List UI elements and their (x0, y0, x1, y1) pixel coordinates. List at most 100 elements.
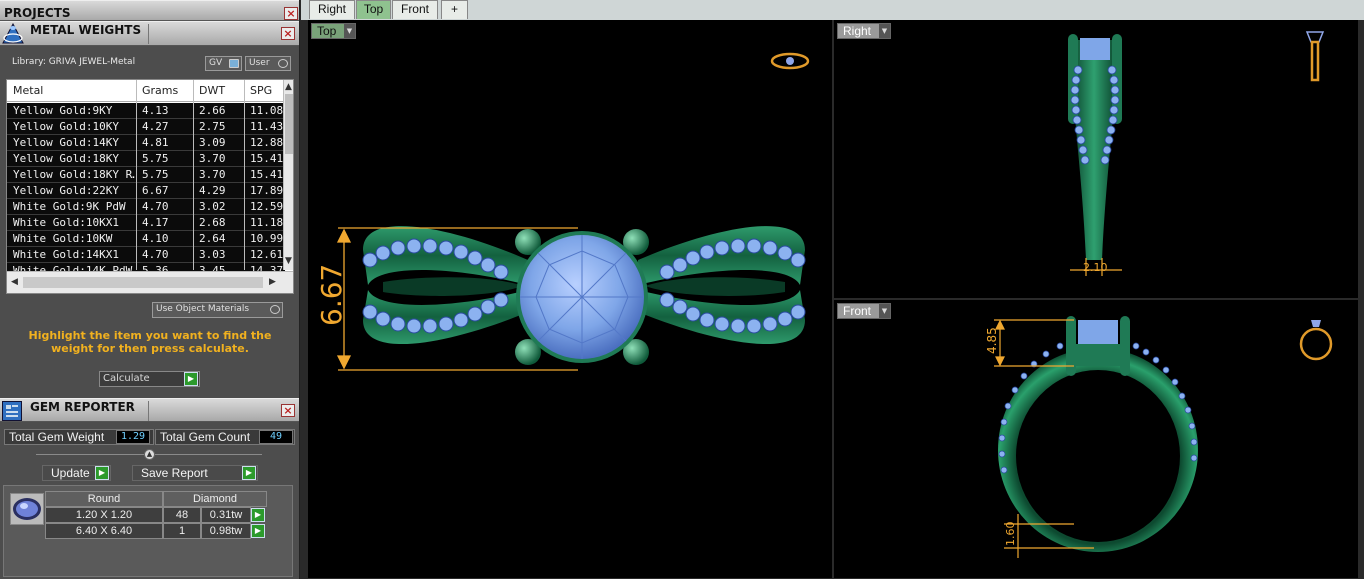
metal-weights-close-icon[interactable]: × (281, 27, 295, 40)
table-cell: 17.89 (250, 184, 284, 197)
table-cell: 11.18 (250, 216, 284, 229)
chevron-down-icon: ▼ (879, 24, 890, 38)
table-cell: 3.02 (199, 200, 226, 213)
update-label: Update (51, 466, 90, 480)
calculate-button[interactable]: Calculate ▶ (99, 371, 200, 387)
projects-close-icon[interactable]: × (284, 7, 298, 20)
gem-report-table[interactable]: Round Diamond 1.20 X 1.20 48 0.31tw ▶ 6.40 X… (3, 485, 293, 577)
table-cell: Yellow Gold:18KY (13, 152, 119, 165)
use-object-materials-label: Use Object Materials (156, 304, 250, 314)
gem-shape-header: Round (45, 491, 163, 507)
table-cell: 12.88 (250, 136, 284, 149)
gv-toggle[interactable]: GV (205, 56, 242, 71)
add-tab-button[interactable]: + (441, 0, 468, 19)
gem-reporter-panel: Total Gem Weight 1.29 Total Gem Count 49… (0, 422, 299, 579)
scroll-thumb[interactable] (23, 277, 263, 288)
metal-weights-icon (1, 22, 25, 45)
front-view-dropdown[interactable]: Front ▼ (837, 303, 891, 319)
gem-count-cell: 48 (163, 507, 201, 523)
column-header-grams[interactable]: Grams (142, 84, 178, 97)
column-divider (136, 80, 137, 270)
scroll-thumb[interactable] (285, 94, 293, 154)
table-cell: Yellow Gold:10KY (13, 120, 119, 133)
save-report-button[interactable]: Save Report ▶ (132, 465, 258, 481)
column-header-dwt[interactable]: DWT (199, 84, 225, 97)
top-view-dropdown[interactable]: Top ▼ (311, 23, 356, 39)
view-orientation-icon (1299, 320, 1333, 361)
table-cell: White Gold:9K PdW (13, 200, 126, 213)
metal-weights-header[interactable]: METAL WEIGHTS × (0, 21, 299, 46)
use-object-materials-toggle[interactable]: Use Object Materials (152, 302, 283, 318)
scroll-up-icon[interactable]: ▲ (285, 82, 292, 92)
right-view-label: Right (843, 24, 872, 38)
table-cell: 3.09 (199, 136, 226, 149)
gv-toggle-label: GV (209, 58, 223, 68)
table-cell: 4.17 (142, 216, 169, 229)
update-button[interactable]: Update ▶ (42, 465, 111, 481)
projects-title: PROJECTS (4, 6, 71, 20)
gem-row-play-icon[interactable]: ▶ (251, 524, 265, 538)
front-viewport[interactable]: 4.85 1.60 Front ▼ (834, 300, 1358, 578)
library-label: Library: GRIVA JEWEL-Metal (12, 57, 136, 67)
table-cell: 4.13 (142, 104, 169, 117)
table-cell: Yellow Gold:14KY (13, 136, 119, 149)
table-cell: 4.70 (142, 200, 169, 213)
gv-toggle-knob (229, 59, 239, 68)
scroll-left-icon[interactable]: ◀ (11, 277, 18, 287)
front-dimension-top-text: 4.85 (985, 327, 999, 354)
scroll-right-icon[interactable]: ▶ (269, 277, 276, 287)
top-view-label: Top (317, 24, 337, 38)
metal-weights-panel: Library: GRIVA JEWEL-Metal GV User Metal… (0, 46, 299, 398)
table-cell: 12.61 (250, 248, 284, 261)
column-header-spg[interactable]: SPG (250, 84, 272, 97)
user-toggle[interactable]: User (245, 56, 291, 71)
table-cell: White Gold:14KX1 (13, 248, 119, 261)
projects-header[interactable]: PROJECTS × (0, 0, 299, 21)
gem-row-play-icon[interactable]: ▶ (251, 508, 265, 522)
calculate-hint-text: Highlight the item you want to find the … (28, 329, 272, 355)
table-cell: 11.43 (250, 120, 284, 133)
gem-reporter-header[interactable]: GEM REPORTER × (0, 398, 299, 422)
gem-size-cell: 6.40 X 6.40 (45, 523, 163, 539)
table-cell: Yellow Gold:9KY (13, 104, 113, 117)
right-view-dropdown[interactable]: Right ▼ (837, 23, 891, 39)
gem-reporter-icon (2, 401, 22, 421)
table-horizontal-scrollbar[interactable]: ◀ ▶ (7, 271, 293, 293)
gem-reporter-close-icon[interactable]: × (281, 404, 295, 417)
table-cell: White Gold:10KX1 (13, 216, 119, 229)
scroll-down-icon[interactable]: ▼ (285, 256, 292, 266)
tab-front[interactable]: Front (392, 0, 438, 19)
front-view-label: Front (843, 304, 872, 318)
play-icon: ▶ (242, 466, 256, 480)
metal-weights-table[interactable]: Metal Grams DWT SPG Yellow Gold:9KY 4.13 2… (6, 79, 294, 294)
gem-type-header: Diamond (163, 491, 267, 507)
top-viewport[interactable]: 6.67 Top ▼ (308, 20, 832, 578)
header-divider (148, 401, 149, 421)
column-header-metal[interactable]: Metal (13, 84, 43, 97)
gem-count-cell: 1 (163, 523, 201, 539)
chevron-down-icon: ▼ (344, 24, 355, 38)
table-cell: 4.10 (142, 232, 169, 245)
table-cell: 4.81 (142, 136, 169, 149)
gem-weight-cell: 0.98tw (201, 523, 251, 539)
top-view-ring-render: 6.67 (315, 52, 810, 371)
gem-weight-cell: 0.31tw (201, 507, 251, 523)
table-cell: Yellow Gold:18KY R… (13, 168, 135, 181)
right-viewport[interactable]: 2.10 Right ▼ (834, 20, 1358, 298)
table-cell: 5.75 (142, 152, 169, 165)
splitter-knob-icon[interactable]: ▲ (144, 449, 155, 460)
table-cell: 2.64 (199, 232, 226, 245)
column-divider (193, 80, 194, 270)
table-cell: 15.41 (250, 152, 284, 165)
view-orientation-icon (770, 52, 810, 70)
table-cell: White Gold:10KW (13, 232, 113, 245)
tab-top[interactable]: Top (356, 0, 391, 19)
tab-right[interactable]: Right (309, 0, 355, 19)
table-cell: 2.68 (199, 216, 226, 229)
table-cell: 5.75 (142, 168, 169, 181)
right-view-ring-render: 2.10 (1068, 31, 1325, 276)
right-dimension-text: 2.10 (1083, 261, 1108, 274)
user-toggle-label: User (249, 58, 270, 68)
table-vertical-scrollbar[interactable]: ▲ ▼ (283, 80, 293, 270)
front-view-ring-render: 4.85 1.60 (985, 316, 1333, 558)
